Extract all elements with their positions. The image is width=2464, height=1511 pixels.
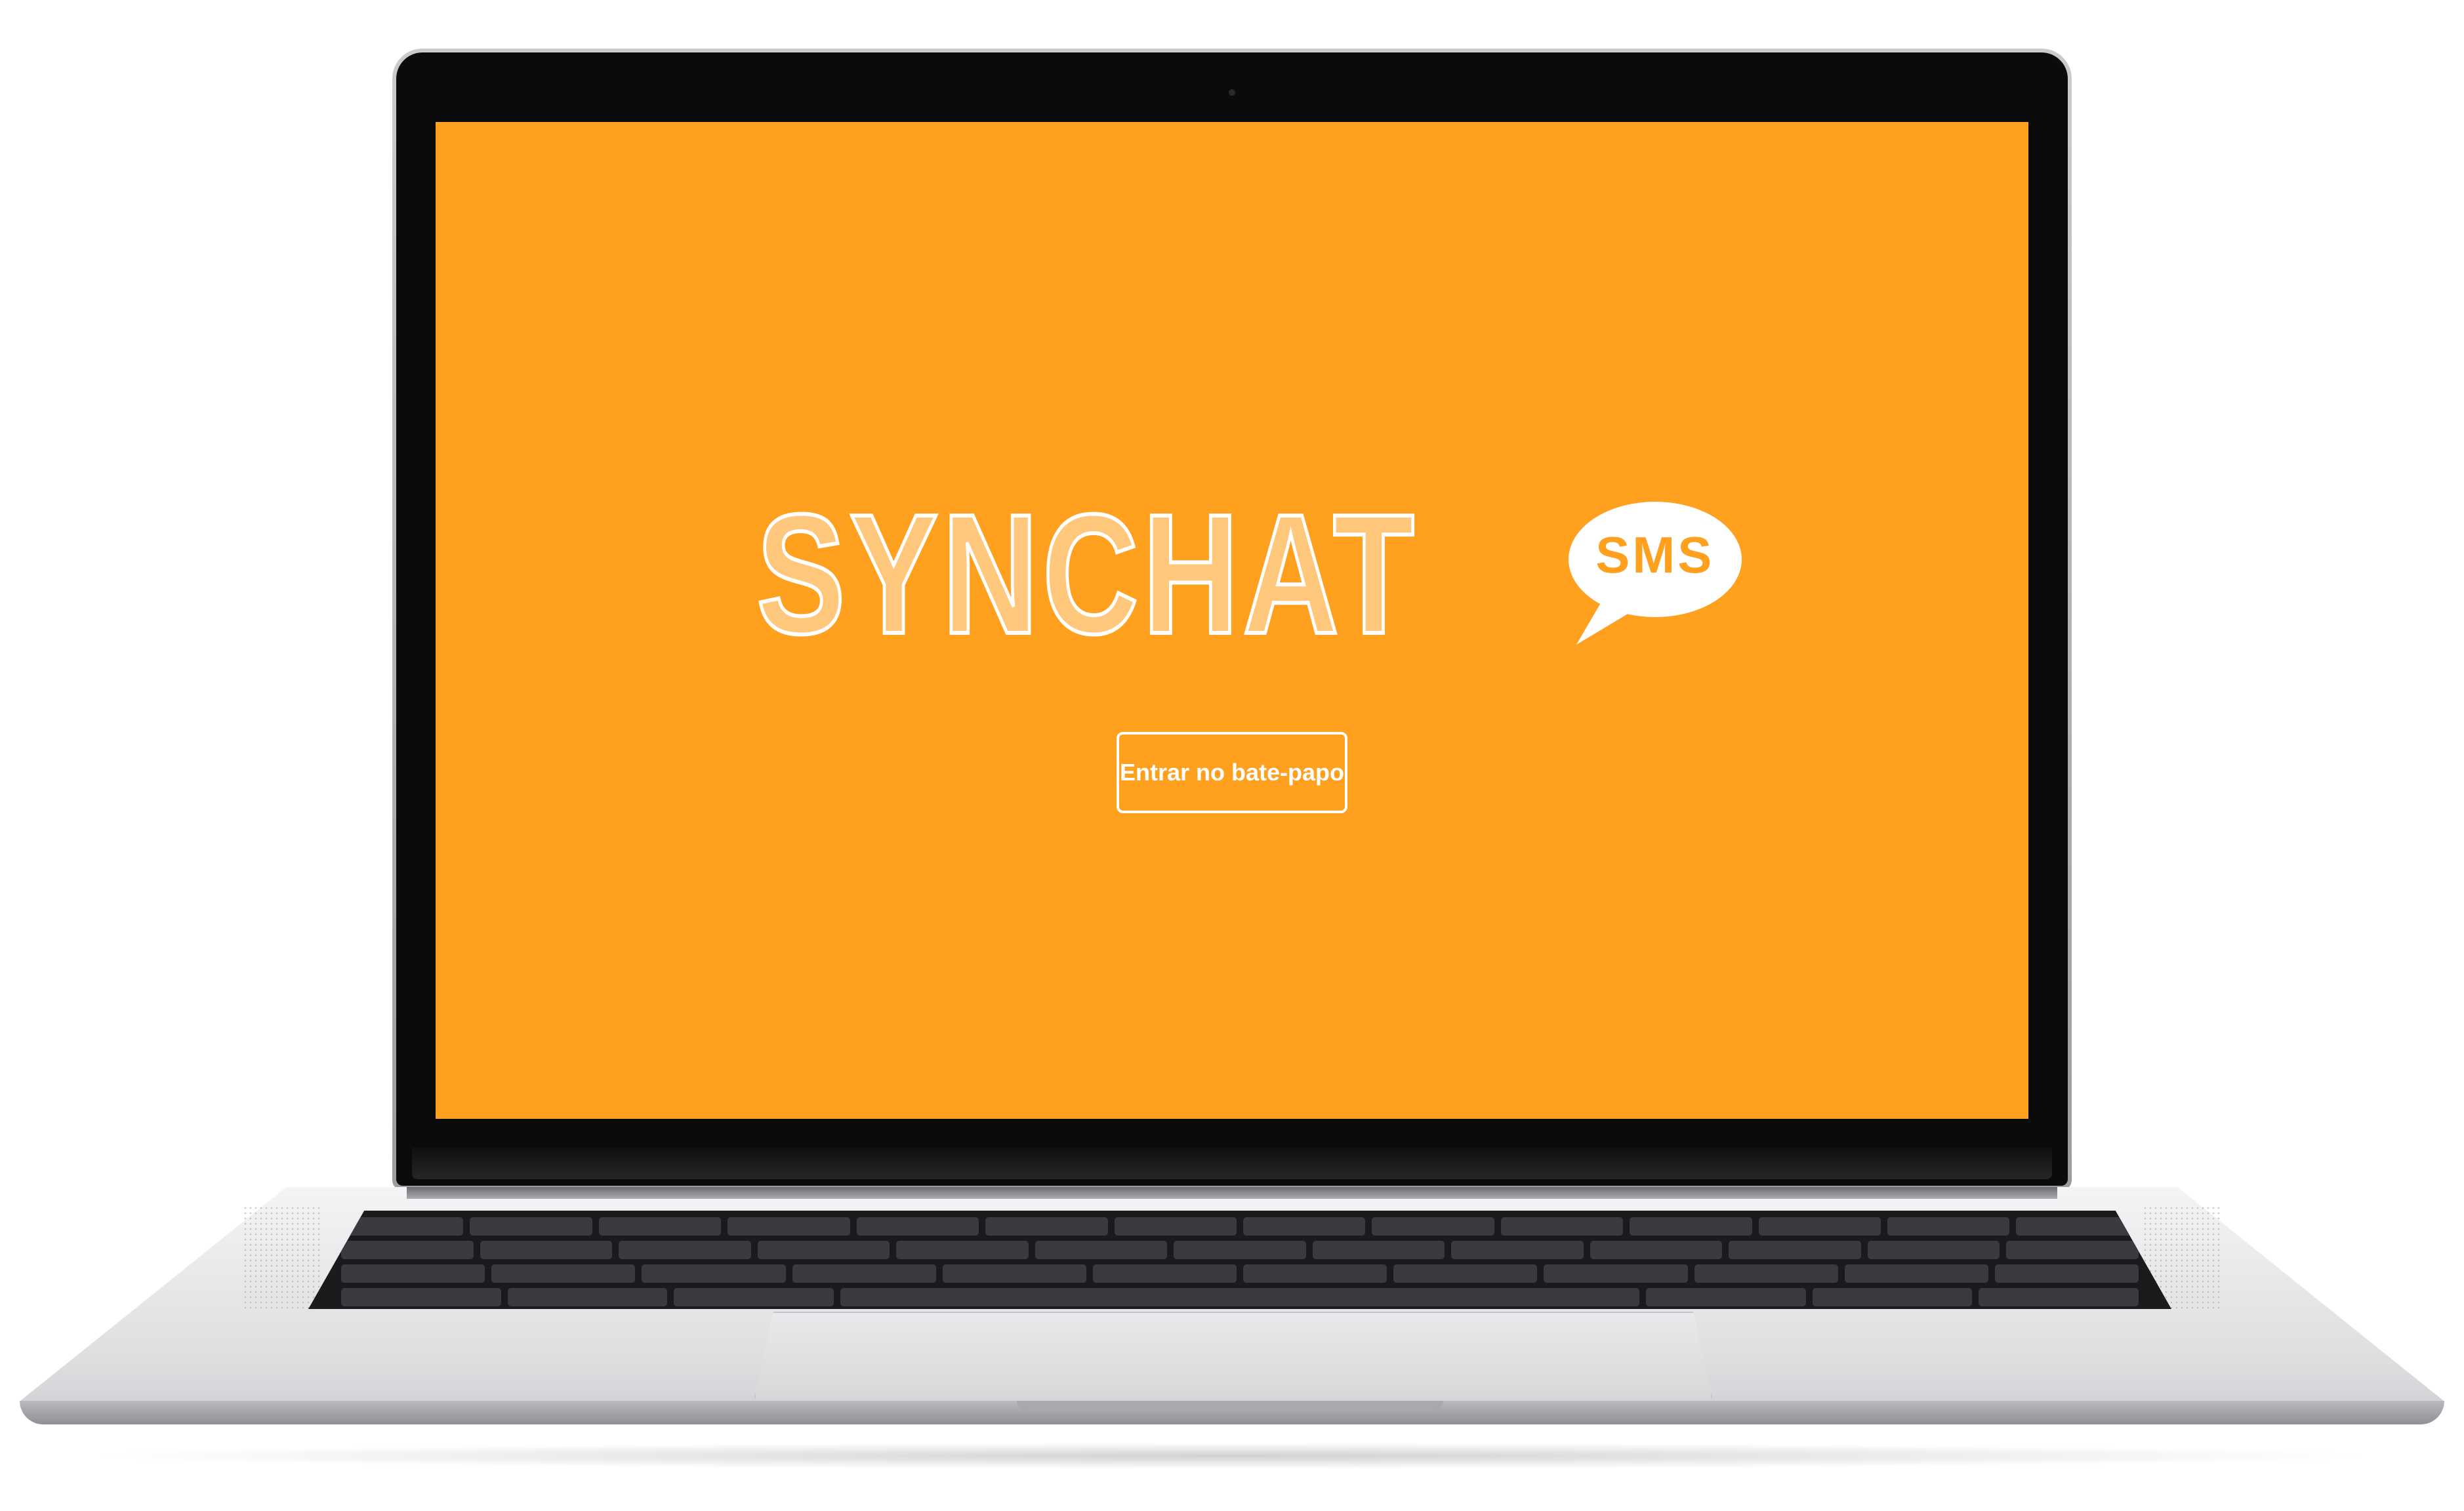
brand-title: SYNCHAT — [755, 479, 1419, 670]
trackpad — [754, 1312, 1712, 1398]
enter-chat-button[interactable]: Entrar no bate-papo — [1117, 732, 1347, 813]
sms-label: SMS — [1595, 526, 1715, 584]
camera-icon — [1229, 89, 1235, 96]
laptop-lid: SYNCHAT SMS Entrar no bate-papo — [392, 49, 2072, 1190]
key-row — [341, 1217, 2139, 1236]
screen-bottom-bezel — [412, 1148, 2052, 1179]
laptop-base — [20, 1187, 2444, 1443]
hero: SYNCHAT SMS — [436, 479, 2028, 670]
floor-shadow — [79, 1443, 2385, 1469]
key-row — [341, 1288, 2139, 1306]
keyboard — [308, 1211, 2171, 1309]
key-row — [341, 1241, 2139, 1259]
key-row — [341, 1264, 2139, 1283]
mockup-stage: SYNCHAT SMS Entrar no bate-papo — [0, 0, 2464, 1511]
sms-bubble-icon: SMS — [1558, 499, 1748, 650]
speaker-grille-left — [243, 1205, 321, 1310]
screen-bezel: SYNCHAT SMS Entrar no bate-papo — [396, 52, 2068, 1186]
app-screen: SYNCHAT SMS Entrar no bate-papo — [436, 122, 2028, 1119]
lid-notch — [1017, 1401, 1443, 1411]
hinge — [407, 1187, 2057, 1199]
